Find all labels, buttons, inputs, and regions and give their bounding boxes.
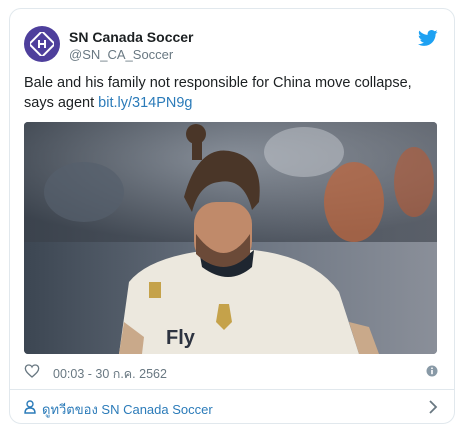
embedded-tweet-card: SN Canada Soccer @SN_CA_Soccer Bale and … [9,8,455,424]
tweet-timestamp[interactable]: 00:03 - 30 ก.ค. 2562 [53,364,167,384]
account-handle[interactable]: @SN_CA_Soccer [69,46,194,63]
heart-icon[interactable] [24,363,40,379]
display-name[interactable]: SN Canada Soccer [69,28,194,46]
tweet-text: Bale and his family not responsible for … [24,73,444,113]
chevron-right-icon[interactable] [428,400,438,414]
person-icon [24,400,36,414]
tweet-meta: 00:03 - 30 ก.ค. 2562 [24,362,440,382]
tweet-photo[interactable]: Fly [24,122,437,354]
twitter-bird-icon[interactable] [418,28,438,48]
info-icon[interactable] [426,365,438,377]
photo-illustration: Fly [24,122,437,354]
avatar[interactable] [24,26,60,62]
tweet-body: Bale and his family not responsible for … [24,75,412,111]
sn-logo-icon [30,32,54,56]
account-names[interactable]: SN Canada Soccer @SN_CA_Soccer [69,28,194,63]
svg-text:Fly: Fly [166,327,196,349]
tweet-link[interactable]: bit.ly/314PN9g [98,95,192,111]
tweet-header: SN Canada Soccer @SN_CA_Soccer [24,26,440,66]
view-profile-link[interactable]: ดูทวีตของ SN Canada Soccer [24,390,440,423]
view-profile-label[interactable]: ดูทวีตของ SN Canada Soccer [42,399,213,420]
